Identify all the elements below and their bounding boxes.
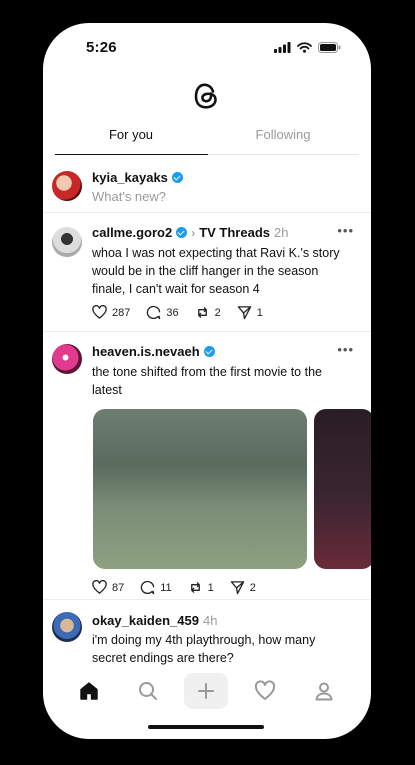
home-indicator [148,725,264,729]
reply-button[interactable]: 11 [140,580,172,595]
post-actions: 287 36 2 1 [92,305,263,320]
post-header: callme.goro2 › TV Threads 2h [92,225,288,240]
repost-count: 2 [214,306,221,319]
composer-user: kyia_kayaks [92,170,183,185]
share-count: 2 [249,581,256,594]
verified-badge-icon [171,172,183,183]
more-options-icon[interactable]: ••• [337,342,354,357]
repost-button[interactable]: 2 [195,305,221,320]
send-icon [230,581,245,595]
like-button[interactable]: 87 [92,580,124,595]
post-header: okay_kaiden_459 4h [92,613,217,628]
post-media-image[interactable] [93,409,307,569]
tab-following[interactable]: Following [207,127,359,142]
tab-for-you[interactable]: For you [55,127,207,142]
composer-avatar[interactable] [52,171,82,201]
repost-icon [197,307,207,318]
post-text: i'm doing my 4th playthrough, how many s… [92,633,316,665]
post-time: 4h [202,613,218,628]
home-icon [80,682,98,700]
repost-button[interactable]: 1 [188,580,214,595]
feed-post[interactable]: heaven.is.nevaeh ••• the tone shifted fr… [43,332,371,600]
post-username[interactable]: callme.goro2 [92,225,172,240]
nav-activity[interactable] [243,673,287,709]
threads-logo-icon[interactable] [191,80,221,112]
heart-icon [254,680,276,700]
post-username[interactable]: okay_kaiden_459 [92,613,199,628]
post-text: whoa I was not expecting that Ravi K.'s … [92,246,340,296]
nav-search[interactable] [126,673,170,709]
like-count: 287 [112,306,131,319]
status-time: 5:26 [86,39,117,56]
wifi-icon [297,42,312,53]
composer-username: kyia_kayaks [92,170,168,185]
reply-button[interactable]: 36 [146,305,179,320]
send-icon [237,306,251,320]
share-button[interactable]: 1 [237,305,263,320]
battery-icon [318,42,341,53]
reply-count: 36 [166,306,179,319]
post-time: 2h [274,225,289,240]
reply-count: 11 [160,581,172,594]
feed-post[interactable]: callme.goro2 › TV Threads 2h ••• whoa I … [43,213,371,332]
post-actions: 87 11 1 2 [92,580,256,595]
status-bar: 5:26 [43,23,371,73]
chevron-right-icon: › [191,225,196,240]
search-icon [139,682,157,700]
post-avatar[interactable] [52,344,82,374]
repost-count: 1 [207,581,214,594]
post-media-image[interactable] [314,409,371,569]
verified-badge-icon [176,227,188,238]
bottom-nav [43,668,371,718]
signal-icon [274,42,291,53]
comment-icon [147,305,161,320]
share-count: 1 [256,306,263,319]
more-options-icon[interactable]: ••• [337,223,354,238]
post-username[interactable]: heaven.is.nevaeh [92,344,200,359]
nav-home[interactable] [67,673,111,709]
phone-screen: 5:26 For you Following kyia_kayaks What'… [43,23,371,739]
composer-prompt[interactable]: What's new? [92,189,166,204]
status-icons [274,42,341,53]
nav-profile[interactable] [302,673,346,709]
new-thread-composer[interactable]: kyia_kayaks What's new? [43,155,371,213]
post-header: heaven.is.nevaeh [92,344,215,359]
plus-icon [198,683,214,699]
share-button[interactable]: 2 [230,580,256,595]
like-count: 87 [112,581,125,594]
verified-badge-icon [203,346,215,357]
post-avatar[interactable] [52,612,82,642]
post-thread-name[interactable]: TV Threads [199,225,270,240]
repost-icon [190,582,200,593]
like-button[interactable]: 287 [92,305,130,320]
post-avatar[interactable] [52,227,82,257]
profile-icon [315,682,333,701]
comment-icon [141,580,155,595]
heart-icon [92,305,107,319]
heart-icon [92,580,107,594]
nav-create[interactable] [184,673,228,709]
feed-tabs: For you Following [55,123,359,155]
